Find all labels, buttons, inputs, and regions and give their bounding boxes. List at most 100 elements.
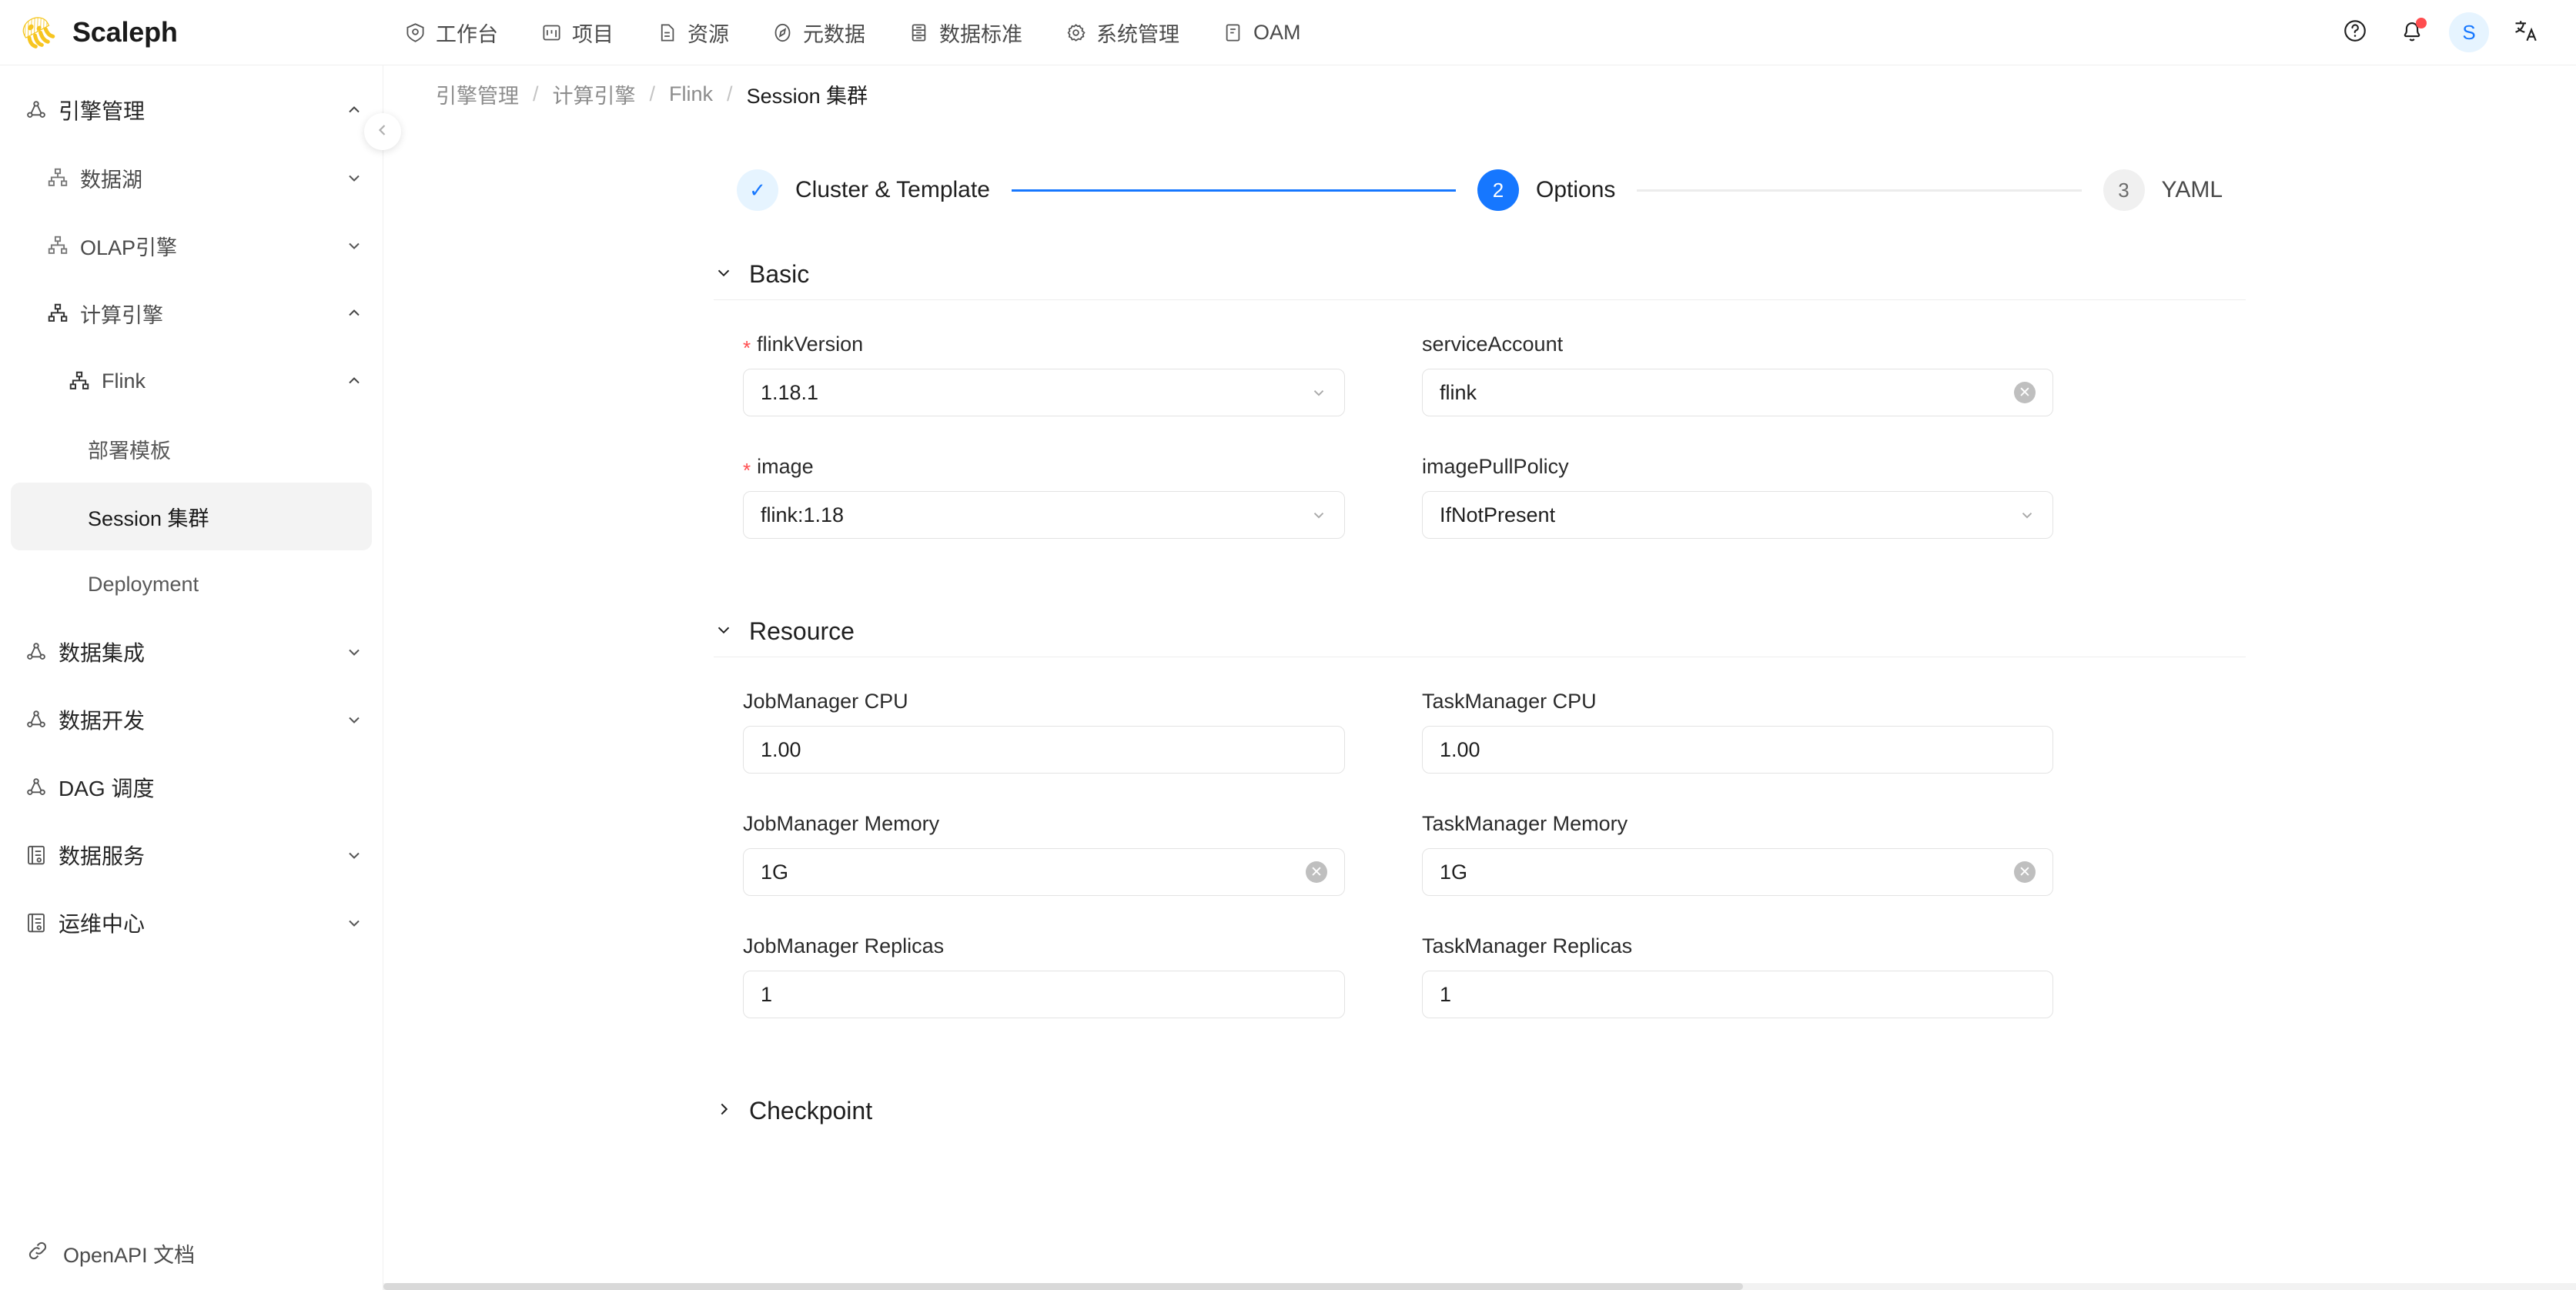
sidebar-item-olap-engine[interactable]: OLAP引擎 — [11, 212, 372, 279]
sidebar-item-data-service[interactable]: 数据服务 — [11, 821, 372, 889]
api-service-icon — [23, 844, 49, 867]
step-1-label: Cluster & Template — [795, 177, 990, 202]
clear-icon[interactable]: ✕ — [1306, 861, 1327, 883]
language-switch-button[interactable] — [2497, 4, 2554, 61]
form-row-version: * flinkVersion 1.18.1 serviceAccount fli… — [714, 333, 2246, 449]
jobmanager-replicas-input[interactable]: 1 — [743, 971, 1345, 1018]
field-label-imagePullPolicy: imagePullPolicy — [1422, 455, 2053, 479]
topnav-label: 资源 — [687, 22, 729, 46]
brand[interactable]: Scaleph — [0, 12, 383, 53]
form-row-image: * image flink:1.18 imagePullPolicy IfNot… — [714, 455, 2246, 571]
cluster-icon — [45, 166, 71, 189]
topnav-item-metadata[interactable]: 元数据 — [751, 0, 887, 65]
sidebar-label: OLAP引擎 — [80, 236, 178, 259]
section-header-basic[interactable]: Basic — [714, 260, 2246, 299]
field-taskmanager-memory: TaskManager Memory 1G ✕ — [1422, 812, 2053, 928]
sidebar-item-deployment[interactable]: Deployment — [11, 550, 372, 618]
flinkVersion-select[interactable]: 1.18.1 — [743, 369, 1345, 416]
label-text: JobManager Replicas — [743, 934, 945, 957]
notification-badge — [2416, 18, 2427, 28]
breadcrumb-item-0[interactable]: 引擎管理 — [436, 79, 519, 109]
imagePullPolicy-select[interactable]: IfNotPresent — [1422, 491, 2053, 539]
section-header-resource[interactable]: Resource — [714, 617, 2246, 657]
image-select[interactable]: flink:1.18 — [743, 491, 1345, 539]
serviceAccount-input[interactable]: flink ✕ — [1422, 369, 2053, 416]
sidebar-item-data-lake[interactable]: 数据湖 — [11, 144, 372, 212]
horizontal-scrollbar[interactable] — [383, 1283, 2576, 1290]
field-serviceAccount: serviceAccount flink ✕ — [1422, 333, 2053, 449]
chevron-up-icon[interactable] — [341, 372, 372, 390]
jobmanager-cpu-input[interactable]: 1.00 — [743, 726, 1345, 774]
sidebar-item-flink[interactable]: Flink — [11, 347, 372, 415]
taskmanager-cpu-input[interactable]: 1.00 — [1422, 726, 2053, 774]
sidebar-collapse-button[interactable] — [364, 113, 401, 150]
form-row-cpu: JobManager CPU 1.00 TaskManager CPU 1.00 — [714, 690, 2246, 806]
flinkVersion-value: 1.18.1 — [761, 380, 819, 404]
topnav-item-resource[interactable]: 资源 — [635, 0, 751, 65]
help-button[interactable] — [2327, 4, 2384, 61]
label-text: serviceAccount — [1422, 333, 1564, 356]
link-icon — [26, 1239, 49, 1268]
chevron-up-icon[interactable] — [341, 304, 372, 322]
chevron-down-icon[interactable] — [341, 169, 372, 187]
topnav-item-workbench[interactable]: 工作台 — [383, 0, 520, 65]
step-cluster-template[interactable]: ✓ Cluster & Template — [737, 169, 990, 211]
sidebar-item-engine-management[interactable]: 引擎管理 — [11, 76, 372, 144]
breadcrumb-item-2[interactable]: Flink — [669, 82, 713, 106]
top-navigation: 工作台 项目 资源 元数据 数据标准 系统管理 OAM — [383, 0, 1323, 65]
taskmanager-replicas-input[interactable]: 1 — [1422, 971, 2053, 1018]
sidebar-item-session-cluster[interactable]: Session 集群 — [11, 483, 372, 550]
label-text: JobManager Memory — [743, 812, 940, 835]
step-options[interactable]: 2 Options — [1477, 169, 1615, 211]
serviceAccount-value: flink — [1440, 380, 1477, 404]
main-content: 引擎管理 / 计算引擎 / Flink / Session 集群 ✓ Clust… — [383, 65, 2576, 1290]
nodes-icon — [23, 99, 49, 122]
taskmanager-memory-input[interactable]: 1G ✕ — [1422, 848, 2053, 896]
step-yaml[interactable]: 3 YAML — [2103, 169, 2223, 211]
jellyfish-logo-icon — [17, 12, 59, 53]
question-circle-icon — [2342, 18, 2368, 48]
topnav-item-system-management[interactable]: 系统管理 — [1044, 0, 1201, 65]
label-text: TaskManager Replicas — [1422, 934, 1633, 957]
sidebar-item-ops-center[interactable]: 运维中心 — [11, 889, 372, 957]
openapi-docs-link[interactable]: OpenAPI 文档 — [0, 1216, 383, 1290]
topnav-item-data-standard[interactable]: 数据标准 — [887, 0, 1044, 65]
sidebar-item-dag-scheduling[interactable]: DAG 调度 — [11, 754, 372, 821]
sidebar-label: Session 集群 — [88, 506, 209, 530]
sidebar-item-compute-engine[interactable]: 计算引擎 — [11, 279, 372, 347]
jobmanager-memory-input[interactable]: 1G ✕ — [743, 848, 1345, 896]
sidebar-label: DAG 调度 — [59, 777, 155, 800]
step-3-label: YAML — [2161, 177, 2223, 202]
step-connector-1 — [1011, 189, 1457, 192]
notifications-button[interactable] — [2384, 4, 2441, 61]
section-header-checkpoint[interactable]: Checkpoint — [714, 1097, 2246, 1125]
user-avatar-button[interactable]: S — [2441, 4, 2497, 61]
clear-icon[interactable]: ✕ — [2014, 382, 2036, 403]
sidebar-item-data-integration[interactable]: 数据集成 — [11, 618, 372, 686]
label-text: flinkVersion — [757, 333, 864, 356]
breadcrumb-item-1[interactable]: 计算引擎 — [553, 79, 636, 109]
chevron-down-icon[interactable] — [341, 914, 372, 932]
step-connector-2 — [1637, 189, 2082, 192]
scrollbar-thumb[interactable] — [383, 1283, 1743, 1290]
chevron-up-icon[interactable] — [341, 101, 372, 119]
topnav-item-project[interactable]: 项目 — [520, 0, 635, 65]
jobmanager-memory-value: 1G — [761, 860, 789, 884]
field-jobmanager-memory: JobManager Memory 1G ✕ — [714, 812, 1345, 928]
field-taskmanager-cpu: TaskManager CPU 1.00 — [1422, 690, 2053, 806]
sidebar-item-deploy-template[interactable]: 部署模板 — [11, 415, 372, 483]
sidebar-item-data-development[interactable]: 数据开发 — [11, 686, 372, 754]
topnav-label: 项目 — [572, 22, 614, 46]
chevron-down-icon[interactable] — [341, 643, 372, 661]
chevron-down-icon[interactable] — [341, 846, 372, 864]
chevron-down-icon[interactable] — [341, 710, 372, 729]
required-asterisk: * — [743, 336, 751, 359]
compass-metadata-icon — [772, 22, 793, 43]
section-title: Checkpoint — [749, 1097, 873, 1125]
topnav-label: 系统管理 — [1096, 22, 1179, 46]
field-label-taskmanager-memory: TaskManager Memory — [1422, 812, 2053, 836]
topnav-item-oam[interactable]: OAM — [1201, 0, 1323, 65]
clear-icon[interactable]: ✕ — [2014, 861, 2036, 883]
chevron-down-icon[interactable] — [341, 236, 372, 255]
